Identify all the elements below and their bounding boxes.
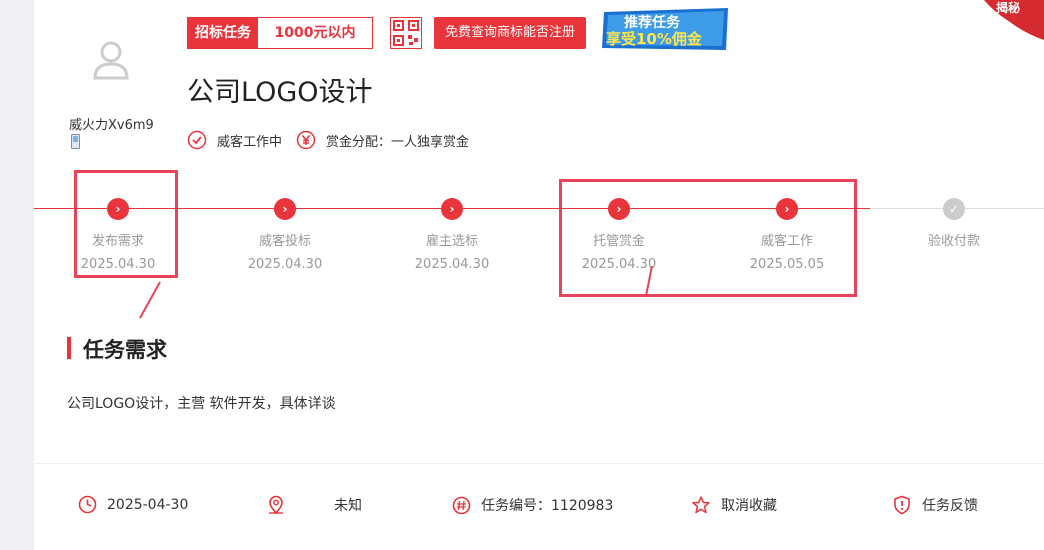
task-type-tag: 招标任务 1000元以内 — [187, 17, 373, 49]
task-title: 公司LOGO设计 — [187, 77, 373, 108]
check-circle-icon — [187, 130, 207, 150]
qrcode-icon[interactable] — [390, 17, 422, 49]
username[interactable]: 威火力Xv6m9 — [69, 114, 154, 133]
step-bid: › 威客投标 2025.04.30 — [225, 198, 345, 272]
yen-circle-icon — [296, 130, 316, 150]
step-label: 验收付款 — [927, 234, 980, 249]
unfavorite-label[interactable]: 取消收藏 — [721, 495, 777, 515]
star-icon — [692, 496, 710, 514]
promo-line2: 享受10%佣金 — [606, 30, 703, 48]
step-select: › 雇主选标 2025.04.30 — [392, 198, 512, 272]
promo-badge[interactable]: 推荐任务 享受10%佣金 — [600, 6, 732, 52]
requirements-text: 公司LOGO设计，主营 软件开发，具体详谈 — [67, 396, 336, 412]
highlight-box — [74, 170, 178, 278]
step-accept: ✓ 验收付款 — [894, 198, 1014, 257]
footer-task-id: 任务编号：1120983 — [452, 495, 613, 515]
step-arrow-icon: › — [441, 198, 463, 220]
footer-date-text: 2025-04-30 — [107, 496, 189, 513]
user-avatar-icon[interactable] — [93, 40, 129, 80]
task-status-text: 威客工作中 — [217, 134, 283, 150]
step-label: 雇主选标 — [425, 234, 478, 249]
step-check-icon: ✓ — [943, 198, 965, 220]
footer-date: 2025-04-30 — [78, 495, 188, 514]
promo-line1: 推荐任务 — [624, 14, 681, 31]
step-date: 2025.04.30 — [247, 257, 323, 272]
task-type-label: 招标任务 — [188, 18, 258, 48]
step-label: 威客投标 — [258, 234, 311, 249]
feedback-button[interactable]: 任务反馈 — [892, 495, 978, 515]
corner-badge-text: 揭秘 — [996, 0, 1020, 15]
corner-ribbon[interactable]: 揭秘 — [966, 0, 1044, 40]
phone-verified-icon — [71, 134, 80, 149]
footer-location-text: 未知 — [334, 498, 362, 514]
divider — [34, 463, 1044, 464]
clock-icon — [78, 495, 97, 514]
task-card — [34, 0, 1044, 550]
task-status-row: 威客工作中 赏金分配：一人独享赏金 — [187, 130, 469, 150]
location-pin-icon — [269, 495, 283, 515]
section-marker — [67, 337, 71, 359]
step-date: 2025.04.30 — [414, 257, 490, 272]
budget-label: 1000元以内 — [274, 25, 356, 41]
feedback-label[interactable]: 任务反馈 — [922, 495, 978, 515]
step-arrow-icon: › — [274, 198, 296, 220]
shield-alert-icon — [894, 495, 910, 515]
unfavorite-button[interactable]: 取消收藏 — [691, 495, 777, 515]
reward-mode-text: 赏金分配：一人独享赏金 — [326, 134, 470, 150]
requirements-heading: 任务需求 — [83, 338, 167, 362]
hash-icon — [452, 496, 471, 514]
footer-task-id-text: 任务编号：1120983 — [481, 498, 614, 514]
highlight-box — [559, 179, 857, 297]
footer-location: 未知 — [266, 495, 362, 515]
trademark-check-button[interactable]: 免费查询商标能否注册 — [434, 17, 586, 49]
